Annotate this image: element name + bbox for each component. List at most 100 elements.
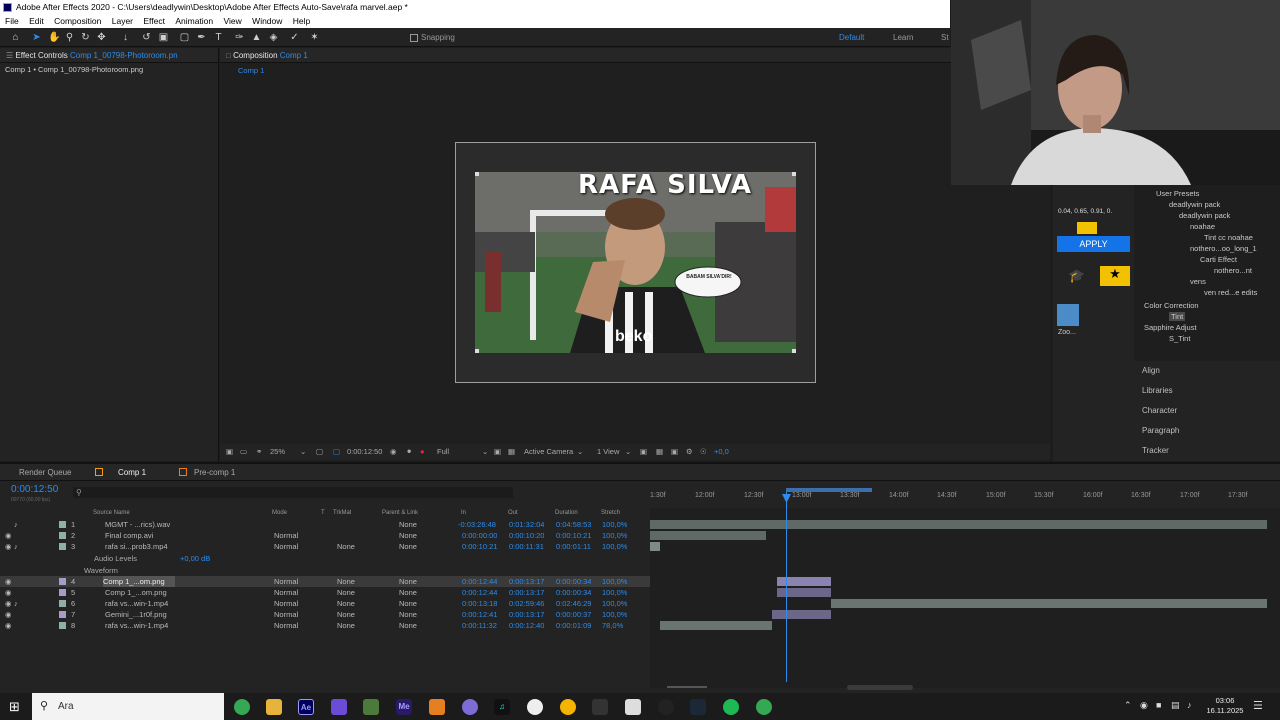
layer-bar-2[interactable] <box>650 531 766 540</box>
composition-image[interactable]: RAFA SILVA BABAM SILVA'DIR! beko <box>475 172 796 353</box>
label-color-chip[interactable] <box>59 600 66 607</box>
layer-trkmat[interactable]: None <box>337 598 355 609</box>
audio-icon[interactable]: ♪ <box>14 598 18 609</box>
layer-out[interactable]: 0:00:13:17 <box>509 609 544 620</box>
layer-in[interactable]: 0:00:12:44 <box>462 576 497 587</box>
tree-item-effect[interactable]: Tint <box>1169 312 1186 321</box>
menu-layer[interactable]: Layer <box>112 16 133 26</box>
label-color-chip[interactable] <box>59 622 66 629</box>
source-name-header[interactable]: Source Name <box>93 508 130 519</box>
vlc-icon[interactable] <box>429 699 445 715</box>
timeline-link-icon[interactable]: ▣ <box>671 444 678 460</box>
layer-out[interactable]: 0:00:13:17 <box>509 576 544 587</box>
spotify-icon[interactable] <box>723 699 739 715</box>
precomp-tab-icon[interactable] <box>179 468 187 476</box>
layer-in[interactable]: 0:00:00:00 <box>462 530 497 541</box>
tree-item-preset[interactable]: nothero...nt <box>1214 266 1252 275</box>
layer-parent[interactable]: None <box>399 576 437 587</box>
parent-header[interactable]: Parent & Link <box>382 508 418 519</box>
layer-out[interactable]: 0:02:59:46 <box>509 598 544 609</box>
puppet-pin-icon[interactable]: ✶ <box>309 32 320 43</box>
tree-item-folder[interactable]: vens <box>1190 277 1206 286</box>
layer-in[interactable]: -0:03:26:48 <box>458 519 496 530</box>
star-icon[interactable]: ★ <box>1100 266 1130 286</box>
notepad-icon[interactable] <box>625 699 641 715</box>
fit-icon[interactable]: ▢ <box>316 444 323 460</box>
obs-icon[interactable] <box>658 699 674 715</box>
layer-duration[interactable]: 0:00:00:34 <box>556 587 591 598</box>
layer-duration[interactable]: 0:00:00:34 <box>556 576 591 587</box>
tree-item-folder[interactable]: deadlywin pack <box>1169 200 1220 209</box>
home-icon[interactable]: ⌂ <box>10 32 21 43</box>
layer-row[interactable]: ♪ 1 MGMT - ...rics).wav None -0:03:26:48… <box>0 519 650 530</box>
label-color-chip[interactable] <box>59 589 66 596</box>
eye-icon[interactable]: ◉ <box>5 609 12 620</box>
app-round-icon[interactable] <box>527 699 543 715</box>
layer-stretch[interactable]: 100,0% <box>602 609 627 620</box>
show-snapshot-icon[interactable]: ⚫ <box>406 444 412 460</box>
tree-item-preset[interactable]: ven red...e edits <box>1204 288 1257 297</box>
tree-item-folder[interactable]: deadlywin pack <box>1179 211 1230 220</box>
layer-duration[interactable]: 0:02:46:29 <box>556 598 591 609</box>
layer-in[interactable]: 0:00:12:44 <box>462 587 497 598</box>
menu-view[interactable]: View <box>224 16 242 26</box>
tree-item-category[interactable]: Color Correction <box>1144 301 1199 310</box>
layer-mode[interactable]: Normal <box>274 530 298 541</box>
t-header[interactable]: T <box>321 508 325 519</box>
layer-mode[interactable]: Normal <box>274 598 298 609</box>
layer-name[interactable]: MGMT - ...rics).wav <box>105 519 180 530</box>
layer-bar-3[interactable] <box>650 542 660 551</box>
zoom-level[interactable]: 25% <box>270 444 285 460</box>
tree-item-preset[interactable]: Tint cc noahae <box>1204 233 1253 242</box>
render-queue-tab[interactable]: Render Queue <box>19 468 71 477</box>
corner-handle[interactable] <box>475 172 479 176</box>
layer-parent[interactable]: None <box>399 620 437 631</box>
tray-app-icon[interactable]: ■ <box>1156 700 1161 710</box>
workspace-standard[interactable]: St <box>941 33 949 42</box>
layer-row[interactable]: ◉ ♪ 6 rafa vs...win-1.mp4 Normal None No… <box>0 598 650 609</box>
layer-name[interactable]: Comp 1_...om.png <box>105 587 180 598</box>
camera-dropdown[interactable]: Active Camera <box>524 444 573 460</box>
menu-edit[interactable]: Edit <box>29 16 44 26</box>
out-header[interactable]: Out <box>508 508 518 519</box>
effect-controls-file[interactable]: Comp 1_00798-Photoroom.pn <box>70 51 178 60</box>
layer-row[interactable]: ◉ 8 rafa vs...win-1.mp4 Normal None None… <box>0 620 650 631</box>
taskbar-search[interactable]: ⚲ Ara <box>32 693 224 720</box>
layer-mode[interactable]: Normal <box>274 587 298 598</box>
rotate-tool-icon[interactable]: ↺ <box>141 32 152 43</box>
label-color-chip[interactable] <box>59 578 66 585</box>
paragraph-panel-tab[interactable]: Paragraph <box>1142 426 1179 435</box>
layer-parent[interactable]: None <box>399 598 437 609</box>
layer-in[interactable]: 0:00:12:41 <box>462 609 497 620</box>
fast-previews-icon[interactable]: ▦ <box>656 444 663 460</box>
orbit-camera-icon[interactable]: ↻ <box>80 32 91 43</box>
layer-name[interactable]: rafa vs...win-1.mp4 <box>105 598 180 609</box>
timeline-scrollbar[interactable] <box>847 685 913 690</box>
audio-icon[interactable]: ♪ <box>14 541 18 552</box>
pen-tool-icon[interactable]: ✒ <box>196 32 207 43</box>
layer-duration[interactable]: 0:00:10:21 <box>556 530 591 541</box>
proton-vpn-icon[interactable] <box>331 699 347 715</box>
layer-search-input[interactable] <box>73 487 513 498</box>
zoom-tool-icon[interactable]: ⚲ <box>64 32 75 43</box>
waveform-row[interactable]: Waveform <box>0 565 650 576</box>
layer-mode[interactable]: Normal <box>274 541 298 552</box>
layer-duration[interactable]: 0:00:00:37 <box>556 609 591 620</box>
layer-trkmat[interactable]: None <box>337 620 355 631</box>
layer-trkmat[interactable]: None <box>337 541 355 552</box>
network-icon[interactable]: ▤ <box>1171 700 1180 711</box>
chevron-down-icon[interactable]: ⌄ <box>577 444 583 460</box>
label-color-chip[interactable] <box>59 521 66 528</box>
layer-parent[interactable]: None <box>399 530 437 541</box>
preset-thumbnail[interactable] <box>1057 304 1079 326</box>
color-channels-icon[interactable]: ● <box>420 444 425 460</box>
duration-header[interactable]: Duration <box>555 508 578 519</box>
character-panel-tab[interactable]: Character <box>1142 406 1177 415</box>
tree-item-category[interactable]: Sapphire Adjust <box>1144 323 1197 332</box>
always-preview-icon[interactable]: ▣ <box>226 444 233 460</box>
menu-help[interactable]: Help <box>293 16 310 26</box>
chevron-down-icon[interactable]: ⌄ <box>300 444 306 460</box>
audio-icon[interactable]: ♪ <box>14 519 18 530</box>
tracker-panel-tab[interactable]: Tracker <box>1142 446 1169 455</box>
chevron-down-icon[interactable]: ⌄ <box>482 444 488 460</box>
